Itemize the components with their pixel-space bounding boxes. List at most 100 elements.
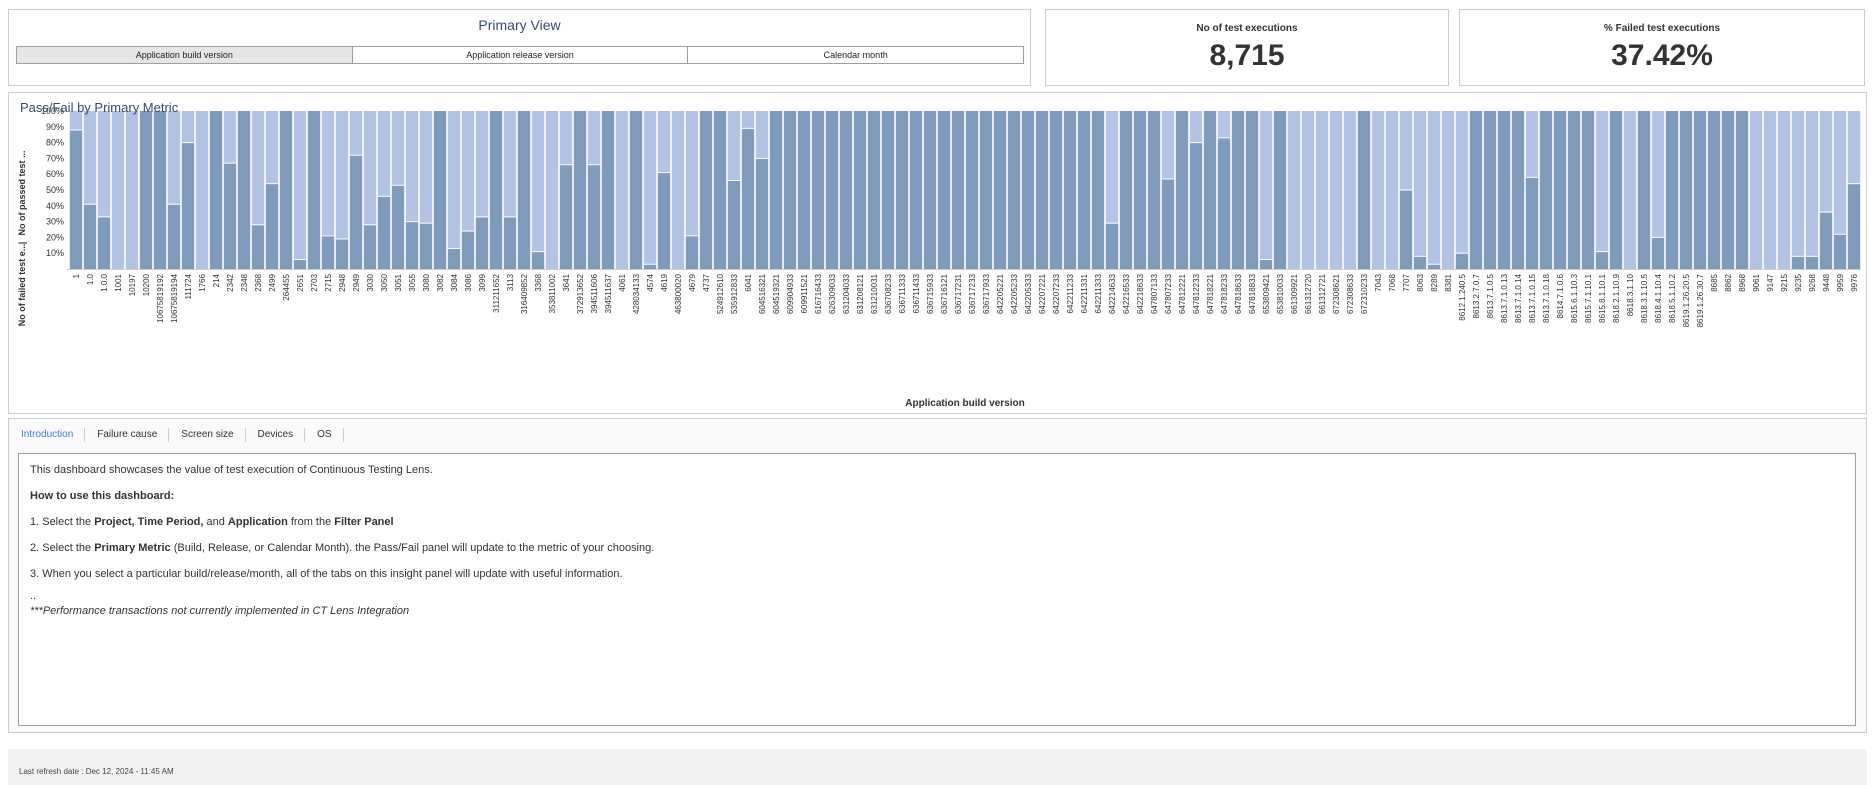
bar-failed — [1805, 256, 1819, 269]
bar-passed — [1455, 111, 1469, 254]
primary-view-tab-release[interactable]: Application release version — [352, 47, 689, 63]
x-tick-label: 642211331 — [1080, 273, 1089, 313]
bar-passed — [1189, 111, 1203, 143]
bar-failed — [699, 111, 713, 269]
x-tick-label: 9147 — [1766, 273, 1775, 291]
primary-view-panel: Primary View Application build version A… — [8, 9, 1031, 86]
bar-failed — [489, 111, 503, 269]
chart-title: Pass/Fail by Primary Metric — [20, 100, 179, 115]
tab-failure-cause[interactable]: Failure cause — [91, 428, 170, 442]
tab-introduction[interactable]: Introduction — [15, 428, 86, 442]
bar-failed — [237, 111, 251, 269]
x-tick-label: 8615.6.1.10.3 — [1570, 273, 1579, 322]
primary-view-tab-month[interactable]: Calendar month — [688, 47, 1024, 63]
bar-passed — [1385, 111, 1399, 269]
bar-failed — [573, 111, 587, 269]
tab-devices[interactable]: Devices — [252, 428, 306, 442]
y-axis-title-failed: No of failed test e... — [17, 244, 27, 327]
bar-failed — [475, 216, 489, 269]
tab-screen-size[interactable]: Screen size — [175, 428, 246, 442]
bar-passed — [125, 111, 139, 269]
bar-passed — [1749, 111, 1763, 269]
pass-fail-chart: 10%20%30%40%50%60%70%80%90%100%1 1.0 1.0.0… — [17, 106, 1861, 409]
intro-step-2: 2. Select the Primary Metric (Build, Rel… — [30, 542, 655, 554]
x-tick-label: 9235 — [1794, 273, 1803, 291]
bar-failed — [1483, 111, 1497, 269]
primary-view-tab-build[interactable]: Application build version — [17, 47, 353, 63]
x-tick-label: 8613.7.1.0.14 — [1514, 273, 1523, 322]
x-axis-title: Application build version — [905, 398, 1024, 409]
pass-fail-chart-panel: 10% 20% 30% 40% 50% 60% 70% 80% 90% 100% 1 1.0 1.0.0… — [8, 92, 1867, 414]
bar-failed — [1147, 111, 1161, 269]
x-tick-label: 8063 — [1416, 273, 1425, 291]
bar-failed — [951, 111, 965, 269]
x-tick-label: 3030 — [366, 273, 375, 291]
bar-failed — [447, 248, 461, 269]
x-tick-label: 3050 — [380, 273, 389, 291]
bar-passed — [195, 111, 209, 269]
x-tick-label: 8862 — [1724, 273, 1733, 291]
bar-failed — [1693, 111, 1707, 269]
bar-failed — [1133, 111, 1147, 269]
y-axis-title-passed: No of passed test ... — [17, 150, 27, 235]
introduction-content: This dashboard showcases the value of te… — [18, 453, 1856, 726]
bar-failed — [1259, 259, 1273, 269]
x-tick-label: 9959 — [1836, 273, 1845, 291]
bar-failed — [349, 155, 363, 269]
bar-failed — [1707, 111, 1721, 269]
bar-failed — [69, 129, 83, 269]
x-tick-label: 8618.4.1.10.4 — [1654, 273, 1663, 322]
bar-failed — [1413, 256, 1427, 269]
x-tick-label: 8614.7.1.0.6 — [1556, 273, 1565, 318]
bar-failed — [363, 224, 377, 269]
x-tick-label: 394511637 — [604, 273, 613, 313]
x-tick-label: 647818233 — [1220, 273, 1229, 314]
kpi-label: % Failed test executions — [1603, 23, 1721, 34]
bar-failed — [97, 216, 111, 269]
bar-failed — [1063, 111, 1077, 269]
x-tick-label: 647812233 — [1192, 273, 1201, 314]
x-tick-label: 7043 — [1374, 273, 1383, 291]
intro-heading: How to use this dashboard: — [30, 490, 175, 502]
bar-failed — [727, 180, 741, 269]
tab-os[interactable]: OS — [311, 428, 344, 442]
bar-failed — [293, 259, 307, 269]
x-tick-label: 616716433 — [814, 273, 823, 314]
x-tick-label: 535912833 — [730, 273, 739, 314]
bar-passed — [559, 111, 573, 165]
x-tick-label: 3113 — [506, 273, 515, 291]
bar-passed — [1413, 111, 1427, 257]
x-tick-label: 311211652 — [492, 273, 501, 312]
x-tick-label: 316409852 — [520, 273, 529, 314]
bar-failed — [839, 111, 853, 269]
bar-failed — [139, 111, 153, 269]
x-tick-label: 8618.5.1.10.2 — [1668, 273, 1677, 322]
bar-failed — [1721, 111, 1735, 269]
bar-failed — [1035, 111, 1049, 269]
bar-passed — [1595, 111, 1609, 252]
x-tick-label: 2499 — [268, 273, 277, 291]
bar-passed — [335, 111, 349, 239]
bar-failed — [1357, 111, 1371, 269]
x-tick-label: 8618.2.1.10.9 — [1612, 273, 1621, 322]
x-tick-label: 9976 — [1850, 273, 1859, 291]
bar-passed — [1777, 111, 1791, 269]
x-tick-label: 672308621 — [1332, 273, 1341, 314]
bar-passed — [293, 111, 307, 260]
x-tick-label: 111724 — [184, 273, 193, 299]
bar-passed — [265, 111, 279, 184]
x-tick-label: 1766 — [198, 273, 207, 291]
y-tick-label: 60% — [46, 169, 64, 179]
bar-passed — [1105, 111, 1119, 224]
bar-failed — [1231, 111, 1245, 269]
x-tick-label: 642205221 — [996, 273, 1005, 314]
bar-passed — [363, 111, 377, 225]
x-tick-label: 10200 — [142, 273, 151, 296]
bar-failed — [1077, 111, 1091, 269]
x-tick-label: 642211333 — [1094, 273, 1103, 313]
x-tick-label: 647812221 — [1178, 273, 1187, 314]
x-tick-label: 636708233 — [884, 273, 893, 314]
x-tick-label: 4619 — [660, 273, 669, 291]
x-tick-label: 653810033 — [1276, 273, 1285, 314]
bar-failed — [1203, 111, 1217, 269]
